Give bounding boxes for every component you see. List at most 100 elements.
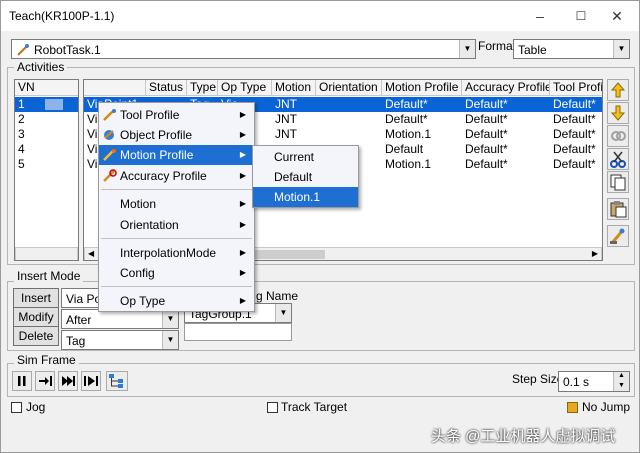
arrow-down-icon (610, 105, 626, 121)
spin-up-icon[interactable]: ▲ (613, 372, 629, 382)
menu-item-interpolation-mode[interactable]: InterpolationMode ▶ (99, 243, 254, 263)
column-header-orientation[interactable]: Orientation (316, 80, 382, 96)
submenu-item-current[interactable]: Current (253, 147, 358, 167)
motion-profile-icon (103, 149, 116, 161)
menu-item-motion-profile[interactable]: Motion Profile ▶ (99, 145, 254, 165)
row-motion-profile[interactable]: Motion.1 (382, 127, 431, 142)
chevron-down-icon[interactable]: ▼ (162, 310, 178, 328)
row-tool[interactable]: Default* (550, 112, 596, 127)
chevron-down-icon[interactable]: ▼ (459, 40, 475, 58)
tag-group-label: g Name (256, 289, 299, 303)
vn-header: VN (15, 80, 78, 96)
watermark: 头条 @工业机器人虚拟调试 (431, 428, 616, 445)
row-motion-profile[interactable]: Default* (382, 112, 428, 127)
spin-down-icon[interactable]: ▼ (613, 382, 629, 391)
submenu-item-default[interactable]: Default (253, 167, 358, 187)
step-size-spinner[interactable]: 0.1 s ▲ ▼ (558, 371, 630, 392)
delete-button[interactable]: Delete (13, 326, 59, 346)
format-combo[interactable]: Table ▼ (513, 39, 630, 59)
column-header-motion-profile[interactable]: Motion Profile (382, 80, 462, 96)
jog-label: Jog (26, 400, 46, 414)
vn-scrollbar[interactable] (15, 247, 78, 260)
menu-item-accuracy-profile[interactable]: Accuracy Profile ▶ (99, 166, 254, 186)
column-header-status[interactable]: Status (146, 80, 187, 96)
row-motion[interactable]: JNT (272, 127, 297, 142)
row-accuracy[interactable]: Default* (462, 112, 508, 127)
row-motion: JNT (275, 97, 297, 111)
column-header-tool-profile[interactable]: Tool Profi (550, 80, 602, 96)
no-jump-label: No Jump (582, 400, 631, 414)
chevron-down-icon[interactable]: ▼ (613, 40, 629, 58)
vn-row[interactable]: 1 (15, 97, 78, 112)
arrow-up-icon (610, 82, 626, 98)
close-button[interactable]: ✕ (603, 6, 631, 26)
move-down-button[interactable] (607, 102, 629, 124)
row-accuracy[interactable]: Default* (462, 157, 508, 172)
sim-frame-label: Sim Frame (14, 353, 79, 367)
vn-row[interactable]: 5 (15, 157, 78, 172)
tool-profile-icon (103, 109, 116, 121)
scroll-left-icon[interactable]: ◀ (88, 249, 94, 258)
chevron-down-icon[interactable]: ▼ (275, 304, 291, 322)
vn-row[interactable]: 3 (15, 127, 78, 142)
context-menu: Tool Profile ▶ Object Profile ▶ Motion Pro… (98, 102, 255, 312)
row-tool: Default* (553, 97, 596, 111)
vn-grid[interactable]: VN 1 2 3 4 5 (14, 79, 79, 261)
column-header-type[interactable]: Type (187, 80, 218, 96)
robot-task-combo[interactable]: RobotTask.1 ▼ (11, 39, 476, 59)
tag-list[interactable] (184, 323, 292, 341)
menu-item-op-type[interactable]: Op Type ▶ (99, 291, 254, 311)
modify-button[interactable]: Modify (13, 307, 59, 327)
row-motion[interactable]: JNT (272, 112, 297, 127)
scroll-right-icon[interactable]: ▶ (592, 249, 598, 258)
activities-label: Activities (14, 60, 68, 74)
tree-view-button[interactable] (106, 371, 128, 391)
row-motion-profile[interactable]: Default (382, 142, 423, 157)
insert-type-value: Tag (66, 334, 86, 348)
pause-button[interactable] (12, 371, 32, 391)
no-jump-checkbox[interactable] (567, 402, 578, 413)
go-to-end-button[interactable] (81, 371, 101, 391)
pause-icon (18, 376, 26, 386)
vn-row[interactable]: 4 (15, 142, 78, 157)
menu-item-orientation[interactable]: Orientation ▶ (99, 215, 254, 235)
step-forward-button[interactable] (35, 371, 55, 391)
column-header-accuracy-profile[interactable]: Accuracy Profile (462, 80, 550, 96)
submenu-item-motion-1[interactable]: Motion.1 (253, 187, 358, 207)
object-profile-icon (104, 130, 114, 140)
track-target-label: Track Target (281, 400, 348, 414)
copy-button[interactable] (607, 171, 629, 193)
cut-button[interactable] (607, 148, 629, 170)
row-tool[interactable]: Default* (550, 142, 596, 157)
column-header-optype[interactable]: Op Type (218, 80, 272, 96)
title-bar: Teach(KR100P-1.1) – ☐ ✕ (1, 1, 639, 31)
jog-checkbox[interactable] (11, 402, 22, 413)
chevron-down-icon[interactable]: ▼ (162, 331, 178, 349)
move-up-button[interactable] (607, 79, 629, 101)
paste-icon (610, 201, 627, 218)
row-accuracy[interactable]: Default* (462, 127, 508, 142)
via-point-value: Via Po (66, 292, 102, 306)
row-motion-profile[interactable]: Motion.1 (382, 157, 431, 172)
column-header-motion[interactable]: Motion (272, 80, 316, 96)
robot-tool-button[interactable] (607, 225, 629, 247)
insert-button[interactable]: Insert (13, 288, 59, 308)
teach-window: Teach(KR100P-1.1) – ☐ ✕ RobotTask.1 ▼ Fo… (0, 0, 640, 453)
link-button[interactable] (607, 125, 629, 147)
row-tool[interactable]: Default* (550, 127, 596, 142)
menu-item-object-profile[interactable]: Object Profile ▶ (99, 125, 254, 145)
fast-forward-button[interactable] (58, 371, 78, 391)
menu-item-tool-profile[interactable]: Tool Profile ▶ (99, 105, 254, 125)
track-target-checkbox[interactable] (267, 402, 278, 413)
menu-item-config[interactable]: Config ▶ (99, 263, 254, 283)
minimize-button[interactable]: – (526, 6, 554, 26)
insert-type-combo[interactable]: Tag ▼ (61, 330, 179, 350)
paste-button[interactable] (607, 198, 629, 220)
row-accuracy[interactable]: Default* (462, 142, 508, 157)
menu-item-motion[interactable]: Motion ▶ (99, 194, 254, 214)
column-header[interactable] (84, 80, 146, 96)
row-tool[interactable]: Default* (550, 157, 596, 172)
vn-row[interactable]: 2 (15, 112, 78, 127)
maximize-button[interactable]: ☐ (567, 6, 595, 26)
insert-position-combo[interactable]: After ▼ (61, 309, 179, 329)
